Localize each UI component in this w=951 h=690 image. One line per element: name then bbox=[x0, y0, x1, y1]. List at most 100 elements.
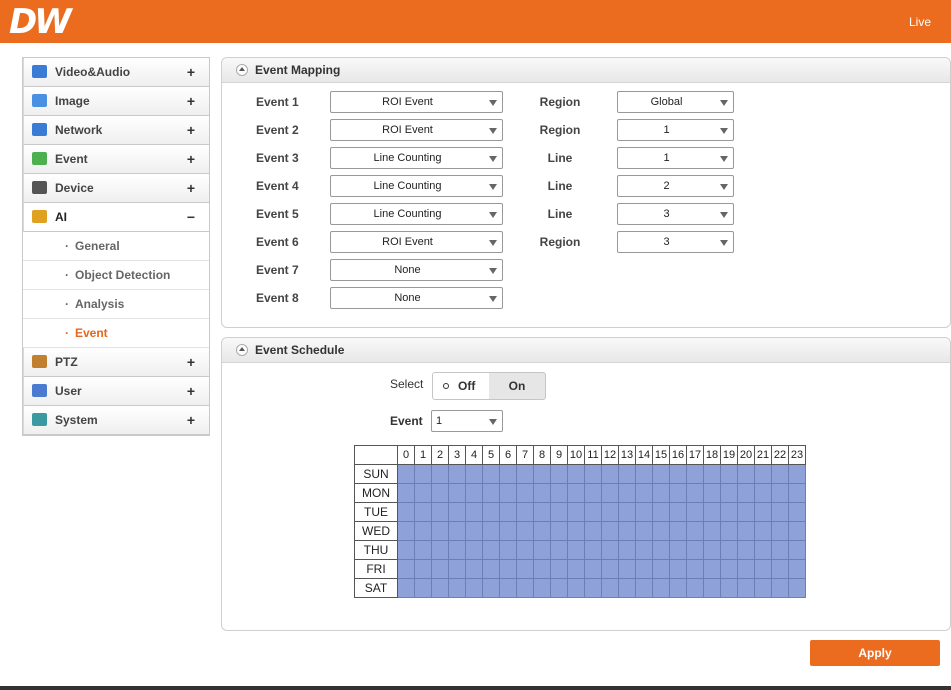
schedule-cell[interactable] bbox=[686, 559, 704, 579]
schedule-cell[interactable] bbox=[652, 464, 670, 484]
schedule-cell[interactable] bbox=[635, 540, 653, 560]
schedule-cell[interactable] bbox=[516, 578, 534, 598]
hour-header[interactable]: 0 bbox=[397, 445, 415, 465]
schedule-cell[interactable] bbox=[669, 502, 687, 522]
schedule-cell[interactable] bbox=[516, 483, 534, 503]
schedule-cell[interactable] bbox=[618, 464, 636, 484]
schedule-cell[interactable] bbox=[550, 502, 568, 522]
hour-header[interactable]: 10 bbox=[567, 445, 585, 465]
schedule-cell[interactable] bbox=[499, 483, 517, 503]
sidebar-item-video-audio[interactable]: Video&Audio + bbox=[23, 58, 209, 87]
schedule-cell[interactable] bbox=[686, 464, 704, 484]
on-option[interactable]: On bbox=[489, 373, 545, 399]
schedule-cell[interactable] bbox=[754, 540, 772, 560]
schedule-cell[interactable] bbox=[686, 578, 704, 598]
schedule-cell[interactable] bbox=[516, 464, 534, 484]
event-type-select[interactable]: None bbox=[330, 259, 503, 281]
event-sub-select[interactable]: Global bbox=[617, 91, 734, 113]
schedule-cell[interactable] bbox=[397, 483, 415, 503]
schedule-cell[interactable] bbox=[431, 578, 449, 598]
hour-header[interactable]: 5 bbox=[482, 445, 500, 465]
schedule-cell[interactable] bbox=[635, 502, 653, 522]
hour-header[interactable]: 22 bbox=[771, 445, 789, 465]
schedule-cell[interactable] bbox=[652, 502, 670, 522]
event-type-select[interactable]: Line Counting bbox=[330, 147, 503, 169]
schedule-cell[interactable] bbox=[601, 483, 619, 503]
schedule-cell[interactable] bbox=[550, 559, 568, 579]
schedule-cell[interactable] bbox=[414, 521, 432, 541]
expand-icon[interactable]: + bbox=[187, 116, 195, 144]
schedule-cell[interactable] bbox=[465, 578, 483, 598]
sidebar-item-system[interactable]: System + bbox=[23, 406, 209, 435]
schedule-cell[interactable] bbox=[533, 483, 551, 503]
sidebar-subitem-general[interactable]: · General bbox=[23, 232, 209, 261]
schedule-cell[interactable] bbox=[754, 502, 772, 522]
schedule-cell[interactable] bbox=[431, 483, 449, 503]
schedule-cell[interactable] bbox=[720, 521, 738, 541]
hour-header[interactable]: 11 bbox=[584, 445, 602, 465]
sidebar-item-event[interactable]: Event + bbox=[23, 145, 209, 174]
hour-header[interactable]: 2 bbox=[431, 445, 449, 465]
schedule-cell[interactable] bbox=[669, 483, 687, 503]
schedule-cell[interactable] bbox=[448, 578, 466, 598]
schedule-cell[interactable] bbox=[771, 483, 789, 503]
schedule-cell[interactable] bbox=[533, 578, 551, 598]
schedule-cell[interactable] bbox=[754, 521, 772, 541]
apply-button[interactable]: Apply bbox=[810, 640, 940, 666]
schedule-cell[interactable] bbox=[652, 559, 670, 579]
schedule-cell[interactable] bbox=[754, 483, 772, 503]
schedule-cell[interactable] bbox=[397, 559, 415, 579]
sidebar-item-network[interactable]: Network + bbox=[23, 116, 209, 145]
sidebar-item-user[interactable]: User + bbox=[23, 377, 209, 406]
event-sub-select[interactable]: 2 bbox=[617, 175, 734, 197]
schedule-cell[interactable] bbox=[584, 540, 602, 560]
day-header[interactable]: SUN bbox=[354, 464, 398, 484]
schedule-cell[interactable] bbox=[788, 540, 806, 560]
schedule-cell[interactable] bbox=[703, 578, 721, 598]
schedule-cell[interactable] bbox=[465, 521, 483, 541]
schedule-cell[interactable] bbox=[550, 540, 568, 560]
schedule-cell[interactable] bbox=[431, 502, 449, 522]
sidebar-subitem-object-detection[interactable]: · Object Detection bbox=[23, 261, 209, 290]
schedule-cell[interactable] bbox=[601, 502, 619, 522]
event-type-select[interactable]: ROI Event bbox=[330, 231, 503, 253]
schedule-cell[interactable] bbox=[686, 540, 704, 560]
schedule-cell[interactable] bbox=[754, 464, 772, 484]
schedule-cell[interactable] bbox=[737, 502, 755, 522]
schedule-cell[interactable] bbox=[771, 559, 789, 579]
schedule-cell[interactable] bbox=[465, 483, 483, 503]
schedule-cell[interactable] bbox=[601, 464, 619, 484]
schedule-cell[interactable] bbox=[635, 464, 653, 484]
schedule-cell[interactable] bbox=[499, 540, 517, 560]
schedule-cell[interactable] bbox=[618, 483, 636, 503]
schedule-cell[interactable] bbox=[465, 540, 483, 560]
hour-header[interactable]: 21 bbox=[754, 445, 772, 465]
schedule-cell[interactable] bbox=[771, 540, 789, 560]
schedule-cell[interactable] bbox=[431, 521, 449, 541]
schedule-cell[interactable] bbox=[601, 521, 619, 541]
sidebar-item-device[interactable]: Device + bbox=[23, 174, 209, 203]
schedule-toggle[interactable]: Off On bbox=[432, 372, 546, 400]
schedule-cell[interactable] bbox=[652, 521, 670, 541]
day-header[interactable]: FRI bbox=[354, 559, 398, 579]
schedule-cell[interactable] bbox=[516, 559, 534, 579]
event-schedule-header[interactable]: Event Schedule bbox=[222, 338, 950, 363]
schedule-cell[interactable] bbox=[720, 464, 738, 484]
schedule-cell[interactable] bbox=[431, 540, 449, 560]
event-sub-select[interactable]: 1 bbox=[617, 119, 734, 141]
schedule-cell[interactable] bbox=[482, 521, 500, 541]
schedule-cell[interactable] bbox=[414, 502, 432, 522]
schedule-cell[interactable] bbox=[533, 540, 551, 560]
hour-header[interactable]: 14 bbox=[635, 445, 653, 465]
schedule-cell[interactable] bbox=[482, 502, 500, 522]
hour-header[interactable]: 20 bbox=[737, 445, 755, 465]
hour-header[interactable]: 6 bbox=[499, 445, 517, 465]
schedule-cell[interactable] bbox=[448, 521, 466, 541]
schedule-cell[interactable] bbox=[397, 464, 415, 484]
schedule-cell[interactable] bbox=[567, 578, 585, 598]
event-mapping-header[interactable]: Event Mapping bbox=[222, 58, 950, 83]
event-type-select[interactable]: None bbox=[330, 287, 503, 309]
day-header[interactable]: MON bbox=[354, 483, 398, 503]
schedule-cell[interactable] bbox=[567, 559, 585, 579]
schedule-cell[interactable] bbox=[499, 502, 517, 522]
